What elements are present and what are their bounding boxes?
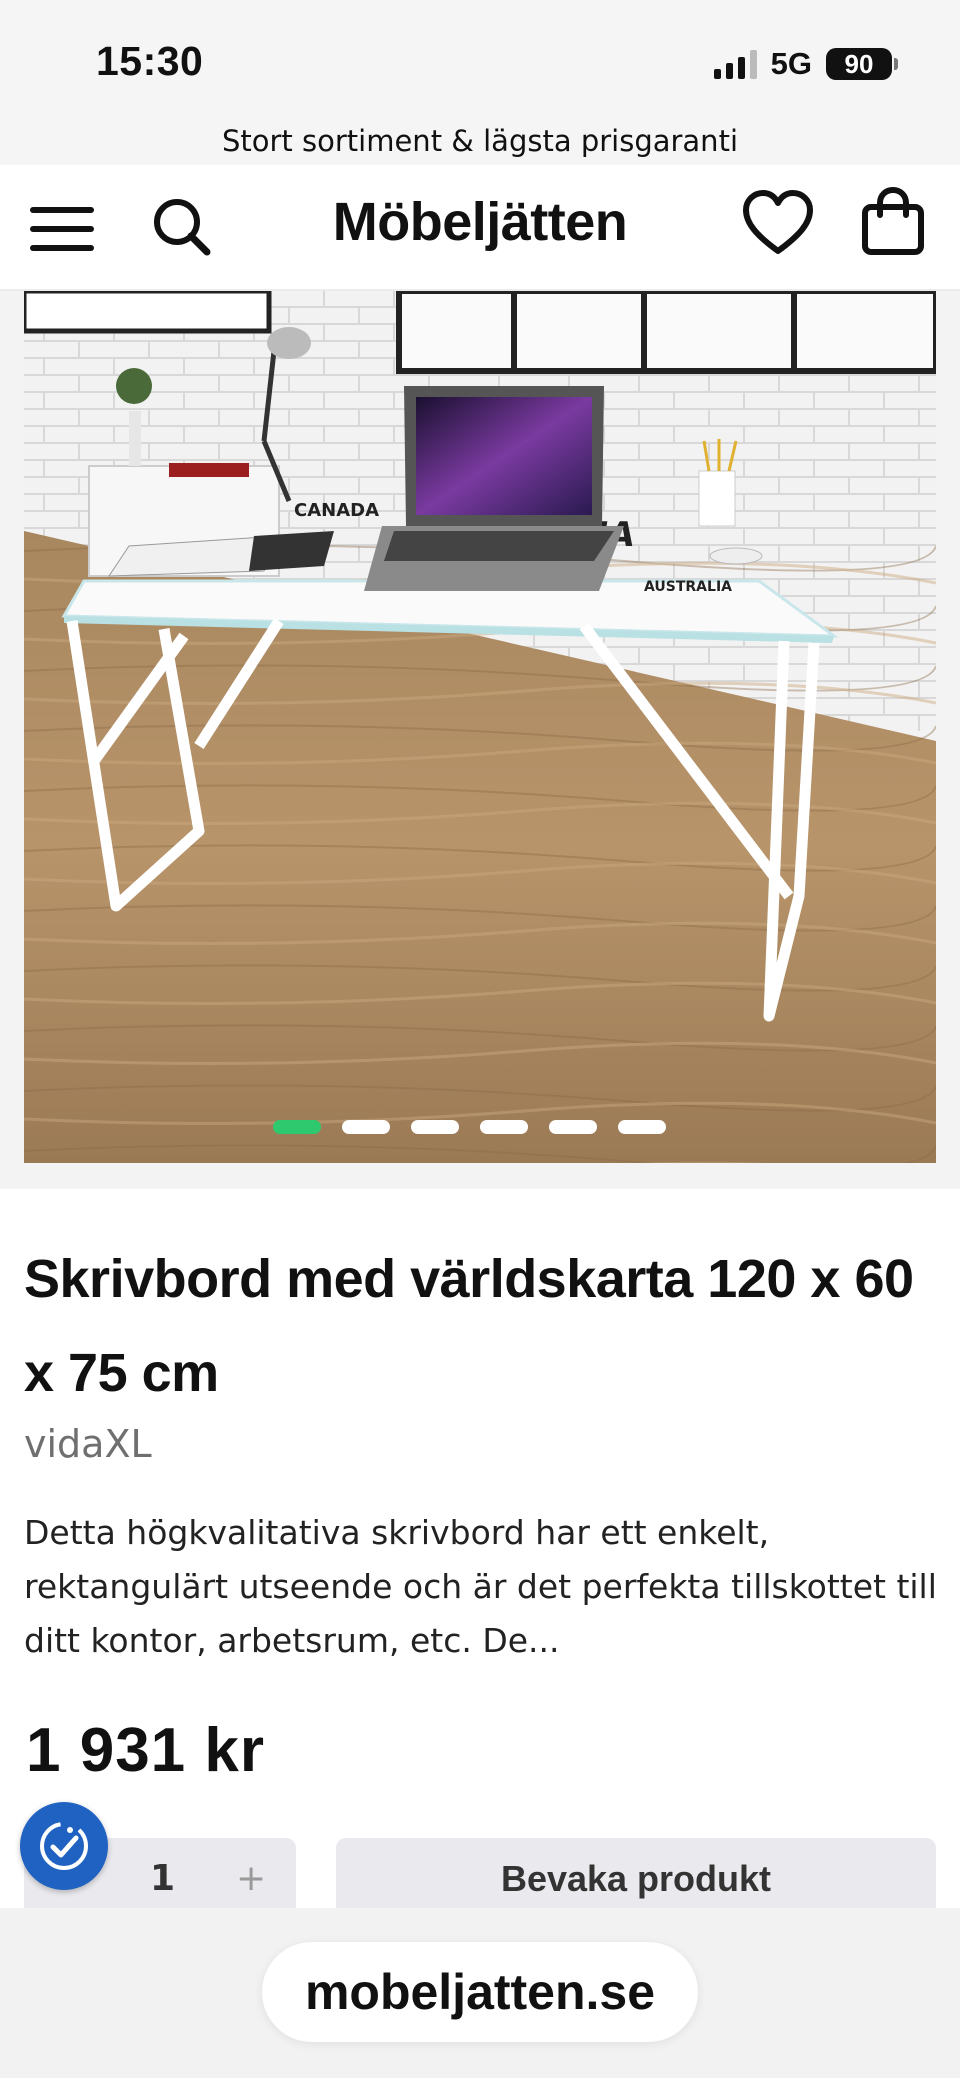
accessibility-icon [40,1822,88,1870]
product-title: Skrivbord med världskarta 120 x 60 x 75 … [24,1249,914,1403]
site-logo[interactable]: Möbeljätten [0,191,960,253]
heart-icon [743,190,813,254]
quantity-value: 1 [150,1858,176,1899]
cart-button[interactable] [860,185,926,257]
product-price: 1 931 kr [26,1716,265,1785]
status-indicators: 5G 90 [713,44,898,84]
product-description: Detta högkvalitativa skrivbord har ett e… [24,1513,937,1660]
product-brand[interactable]: vidaXL [24,1422,152,1466]
svg-text:CANADA: CANADA [294,500,379,521]
product-image: SIA CANADA AUSTRALIA [24,291,936,1163]
gallery-dot-6[interactable] [617,1120,666,1134]
accessibility-button[interactable] [20,1802,108,1890]
gallery-dot-4[interactable] [479,1120,528,1134]
quantity-increase-button[interactable]: + [236,1858,266,1899]
cellular-signal-icon [713,49,757,79]
browser-bottom-bar: mobeljatten.se [0,1908,960,2078]
gallery-dot-2[interactable] [341,1120,390,1134]
gallery-dot-1[interactable] [272,1120,321,1134]
battery-level: 90 [826,48,892,80]
network-type: 5G [770,46,812,81]
product-image-carousel[interactable]: SIA CANADA AUSTRALIA [24,291,936,1163]
gallery-dot-5[interactable] [548,1120,597,1134]
battery-icon: 90 [826,48,898,80]
address-bar[interactable]: mobeljatten.se [262,1942,698,2042]
status-bar: 15:30 5G 90 [0,0,960,125]
clock: 15:30 [96,38,204,84]
site-header: Möbeljätten [0,165,960,291]
watch-product-label: Bevaka produkt [500,1858,772,1899]
promo-banner: Stort sortiment & lägsta prisgaranti [0,125,960,165]
gallery-pagination [0,1120,960,1134]
shopping-bag-icon [862,186,924,255]
svg-text:AUSTRALIA: AUSTRALIA [644,579,732,595]
gallery-dot-3[interactable] [410,1120,459,1134]
watch-product-button[interactable]: Bevaka produkt [336,1838,936,1908]
wishlist-button[interactable] [742,189,814,257]
